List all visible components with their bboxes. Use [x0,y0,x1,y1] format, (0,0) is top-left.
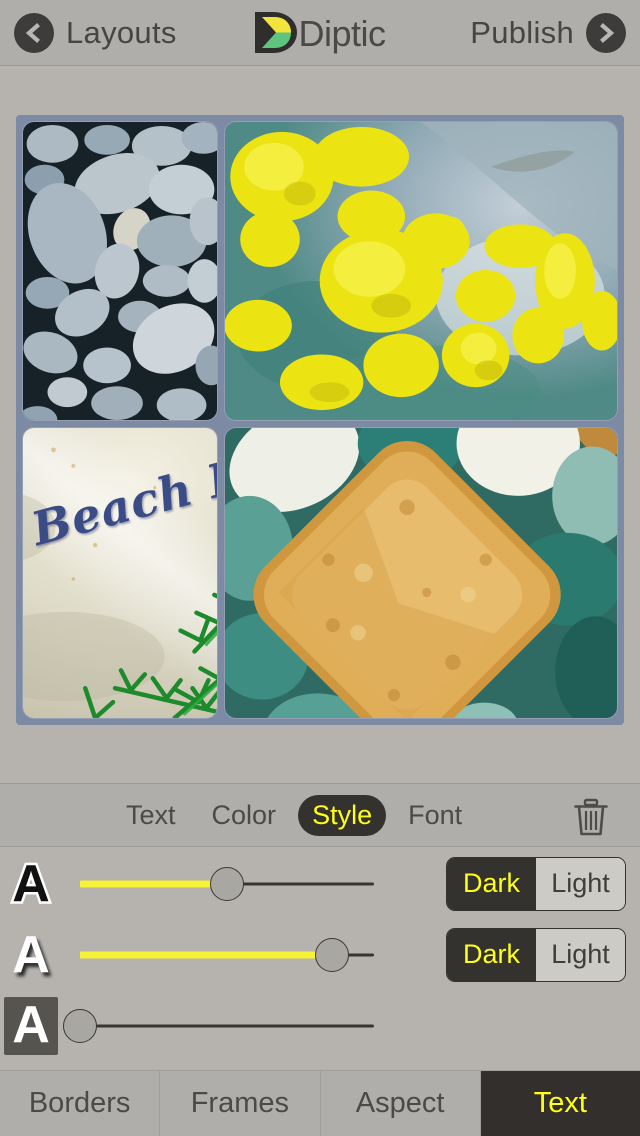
outline-slider-thumb[interactable] [210,866,244,901]
shadow-slider-thumb[interactable] [315,937,349,972]
nav-back-group[interactable]: Layouts [0,12,177,53]
subtab-text[interactable]: Text [112,795,190,836]
style-row-shadow: A Dark Light [0,919,640,990]
outline-text-icon: A [10,854,53,913]
photo-top-right[interactable] [224,121,618,421]
app-title: Diptic [298,12,386,54]
pebbles-gray-image [23,122,217,420]
app-root: Layouts Diptic Publish Beach Pebbles Tex… [0,0,640,1136]
photo-bottom-right[interactable] [224,427,618,719]
tab-frames[interactable]: Frames [160,1071,321,1136]
publish-button-label[interactable]: Publish [470,15,574,51]
subtab-style[interactable]: Style [298,794,387,836]
background-slider-thumb[interactable] [63,1008,97,1043]
trash-icon[interactable] [570,796,612,843]
shadow-slider[interactable] [72,931,382,979]
collage-canvas[interactable]: Beach Pebbles [16,115,624,725]
outline-slider-fill [80,880,227,887]
shadow-slider-fill [80,951,332,958]
yellow-lichen-image [225,122,617,420]
subtab-font[interactable]: Font [394,795,476,836]
tab-aspect[interactable]: Aspect [320,1071,481,1136]
top-navigation-bar: Layouts Diptic Publish [0,0,640,66]
diptic-logo-icon [255,12,298,53]
style-row-background: A [0,990,640,1061]
photo-bottom-left[interactable]: Beach Pebbles [22,427,218,719]
text-options-toolbar: Text Color Style Font [0,783,640,847]
style-row-outline: A Dark Light [0,848,640,919]
diamond-stone-image [225,428,617,718]
bottom-tab-bar: Borders Frames Aspect Text [0,1070,640,1136]
outline-slider[interactable] [72,860,382,908]
back-button-label[interactable]: Layouts [66,15,177,51]
nav-forward-group[interactable]: Publish [470,12,626,53]
style-controls-panel: A Dark Light A Dark Light A [0,848,640,1061]
chevron-left-circle-icon[interactable] [14,12,54,53]
subtab-color[interactable]: Color [198,795,291,836]
shadow-dark-light-toggle[interactable]: Dark Light [446,927,626,982]
background-text-icon: A [0,996,62,1055]
shadow-text-icon: A [12,925,50,984]
chevron-right-circle-icon[interactable] [586,12,626,53]
outline-dark-light-toggle[interactable]: Dark Light [446,856,626,911]
outline-light-option[interactable]: Light [536,857,625,910]
background-slider[interactable] [63,1002,382,1050]
background-slider-track[interactable] [80,1024,374,1027]
outline-dark-option[interactable]: Dark [447,857,536,910]
shadow-dark-option[interactable]: Dark [447,928,536,981]
tab-text[interactable]: Text [480,1071,640,1136]
photo-top-left[interactable] [22,121,218,421]
tab-borders[interactable]: Borders [0,1071,161,1136]
shadow-light-option[interactable]: Light [536,928,625,981]
